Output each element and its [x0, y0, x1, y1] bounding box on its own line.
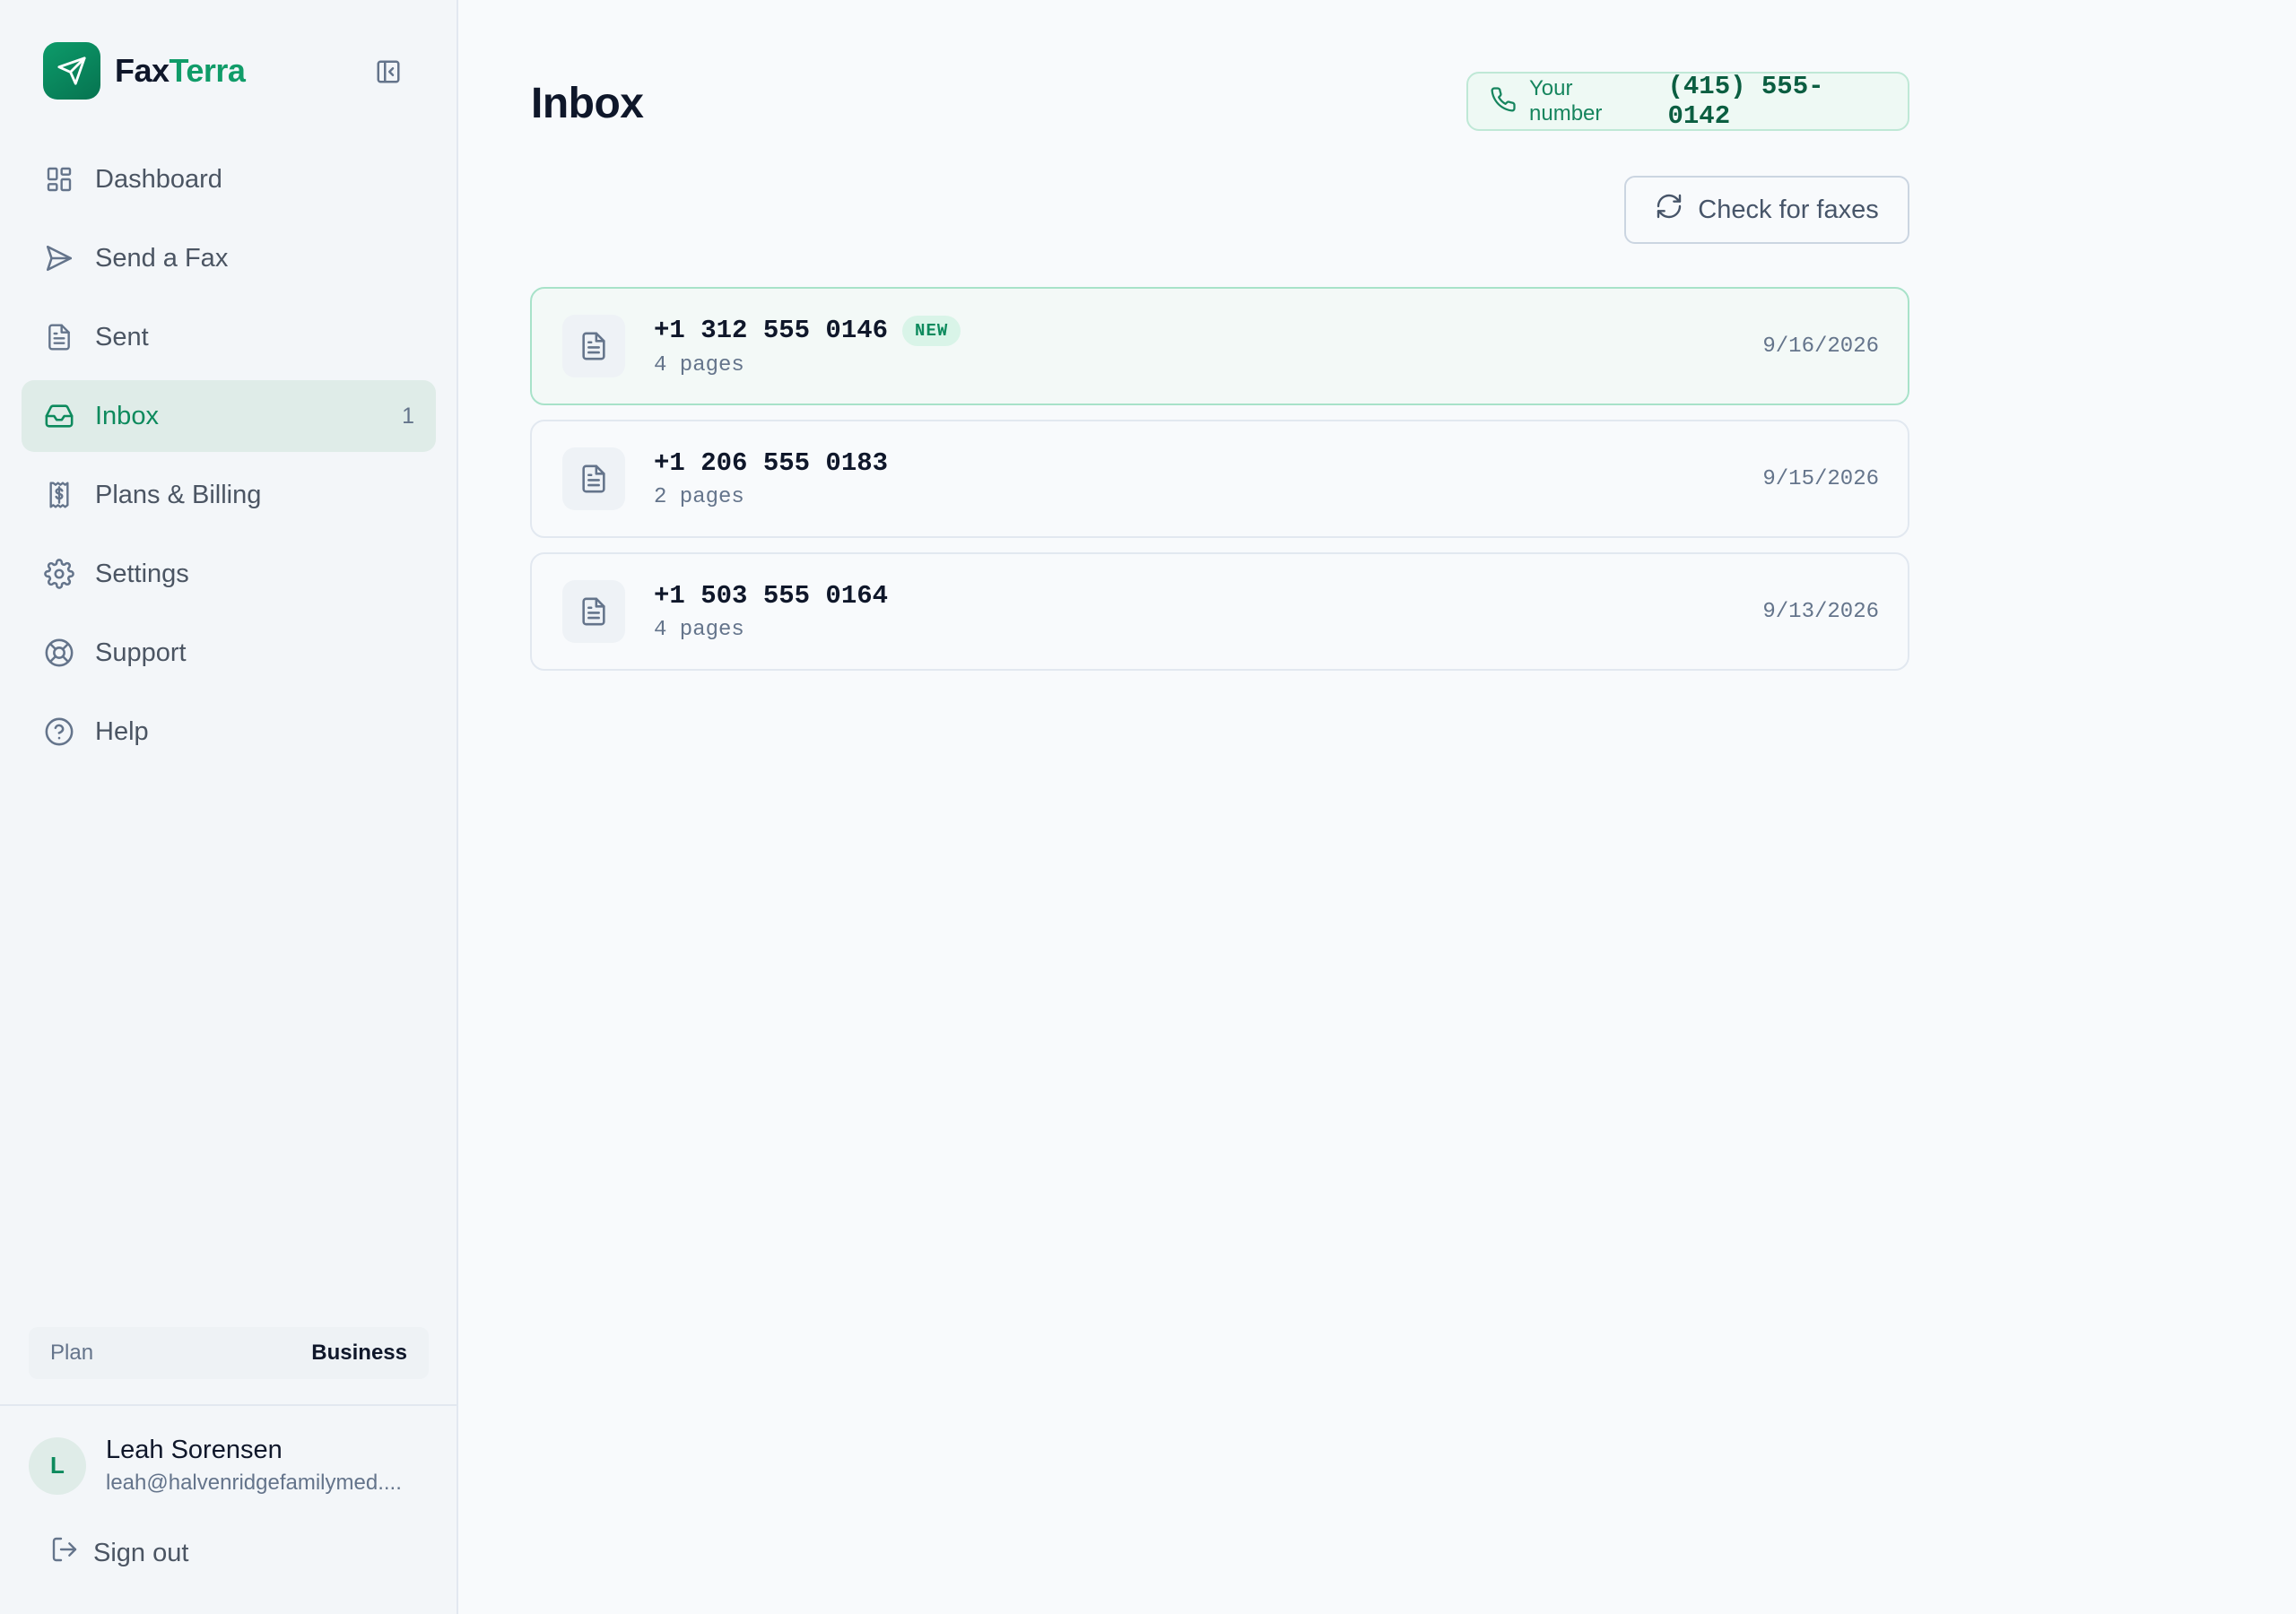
plan-value: Business [311, 1341, 407, 1365]
your-number-label: Your number [1529, 76, 1603, 126]
fax-number-text: +1 312 555 0146 [654, 316, 889, 345]
fax-info: +1 312 555 0146 NEW 4 pages [654, 315, 961, 377]
fax-number-text: +1 206 555 0183 [654, 448, 889, 478]
fax-info: +1 206 555 0183 2 pages [654, 448, 888, 509]
new-badge: NEW [902, 315, 961, 346]
sidebar: FaxTerra Dashboard Send a Fax Sent Inbox… [0, 0, 458, 1614]
user-profile[interactable]: L Leah Sorensen leah@halvenridgefamilyme… [29, 1436, 429, 1496]
sidebar-item-label: Settings [95, 559, 189, 588]
fax-number-text: +1 503 555 0164 [654, 581, 889, 611]
main-content: Inbox Your number (415) 555-0142 Check f… [458, 0, 2296, 1614]
brand-name: FaxTerra [115, 52, 246, 89]
sidebar-item-dashboard[interactable]: Dashboard [22, 143, 436, 215]
fax-page-count: 4 pages [654, 352, 744, 377]
fax-list: +1 312 555 0146 NEW 4 pages 9/16/2026 +1… [530, 287, 1909, 685]
sidebar-item-label: Send a Fax [95, 243, 229, 273]
collapse-sidebar-icon[interactable] [370, 54, 406, 90]
your-number-value: (415) 555-0142 [1667, 72, 1824, 131]
brand[interactable]: FaxTerra [43, 42, 246, 100]
avatar: L [29, 1436, 86, 1495]
app: FaxTerra Dashboard Send a Fax Sent Inbox… [0, 0, 2296, 1614]
your-number-pill: Your number (415) 555-0142 [1466, 72, 1909, 131]
sign-out-icon [50, 1535, 79, 1571]
user-info: Leah Sorensen leah@halvenridgefamilymed.… [106, 1436, 429, 1496]
sign-out-button[interactable]: Sign out [50, 1535, 188, 1571]
sidebar-item-label: Sent [95, 322, 149, 351]
fax-document-icon [562, 580, 625, 643]
inbox-count-badge: 1 [402, 403, 414, 429]
sidebar-item-label: Plans & Billing [95, 480, 262, 509]
document-icon [43, 321, 75, 353]
fax-list-item[interactable]: +1 503 555 0164 4 pages 9/13/2026 [530, 552, 1909, 671]
refresh-icon [1655, 192, 1683, 228]
fax-document-icon [562, 315, 625, 377]
plan-label: Plan [50, 1341, 94, 1365]
fax-list-item[interactable]: +1 206 555 0183 2 pages 9/15/2026 [530, 420, 1909, 538]
fax-sender-number: +1 503 555 0164 [654, 581, 888, 611]
fax-date: 9/15/2026 [1762, 466, 1879, 491]
receipt-icon [43, 479, 75, 511]
fax-info: +1 503 555 0164 4 pages [654, 581, 888, 642]
sidebar-item-plans-billing[interactable]: Plans & Billing [22, 459, 436, 531]
sidebar-item-inbox[interactable]: Inbox 1 [22, 380, 436, 452]
plan-summary: Plan Business [29, 1327, 429, 1379]
user-name: Leah Sorensen [106, 1436, 283, 1464]
page-title: Inbox [531, 80, 644, 127]
fax-page-count: 2 pages [654, 485, 744, 509]
lifebuoy-icon [43, 637, 75, 669]
sidebar-item-label: Inbox [95, 401, 159, 430]
phone-icon [1490, 86, 1517, 117]
gear-icon [43, 558, 75, 590]
fax-date: 9/16/2026 [1762, 334, 1879, 359]
send-icon [43, 242, 75, 274]
fax-sender-number: +1 312 555 0146 NEW [654, 315, 961, 346]
dashboard-icon [43, 163, 75, 195]
check-for-faxes-label: Check for faxes [1698, 195, 1879, 224]
inbox-icon [43, 400, 75, 432]
help-circle-icon [43, 716, 75, 748]
sidebar-item-label: Support [95, 638, 187, 667]
sidebar-item-label: Help [95, 716, 149, 746]
paper-plane-icon [43, 42, 100, 100]
check-for-faxes-button[interactable]: Check for faxes [1624, 176, 1909, 244]
sidebar-item-send-a-fax[interactable]: Send a Fax [22, 222, 436, 294]
user-email: leah@halvenridgefamilymed.... [106, 1471, 402, 1495]
sidebar-item-settings[interactable]: Settings [22, 538, 436, 610]
sign-out-label: Sign out [93, 1538, 189, 1567]
sidebar-item-label: Dashboard [95, 164, 222, 194]
sidebar-divider [0, 1404, 457, 1406]
fax-list-item[interactable]: +1 312 555 0146 NEW 4 pages 9/16/2026 [530, 287, 1909, 405]
sidebar-item-support[interactable]: Support [22, 617, 436, 689]
sidebar-nav: Dashboard Send a Fax Sent Inbox 1 Plans … [22, 143, 436, 775]
fax-page-count: 4 pages [654, 618, 744, 642]
fax-document-icon [562, 447, 625, 510]
sidebar-item-sent[interactable]: Sent [22, 301, 436, 373]
sidebar-item-help[interactable]: Help [22, 696, 436, 768]
fax-date: 9/13/2026 [1762, 599, 1879, 624]
fax-sender-number: +1 206 555 0183 [654, 448, 888, 478]
